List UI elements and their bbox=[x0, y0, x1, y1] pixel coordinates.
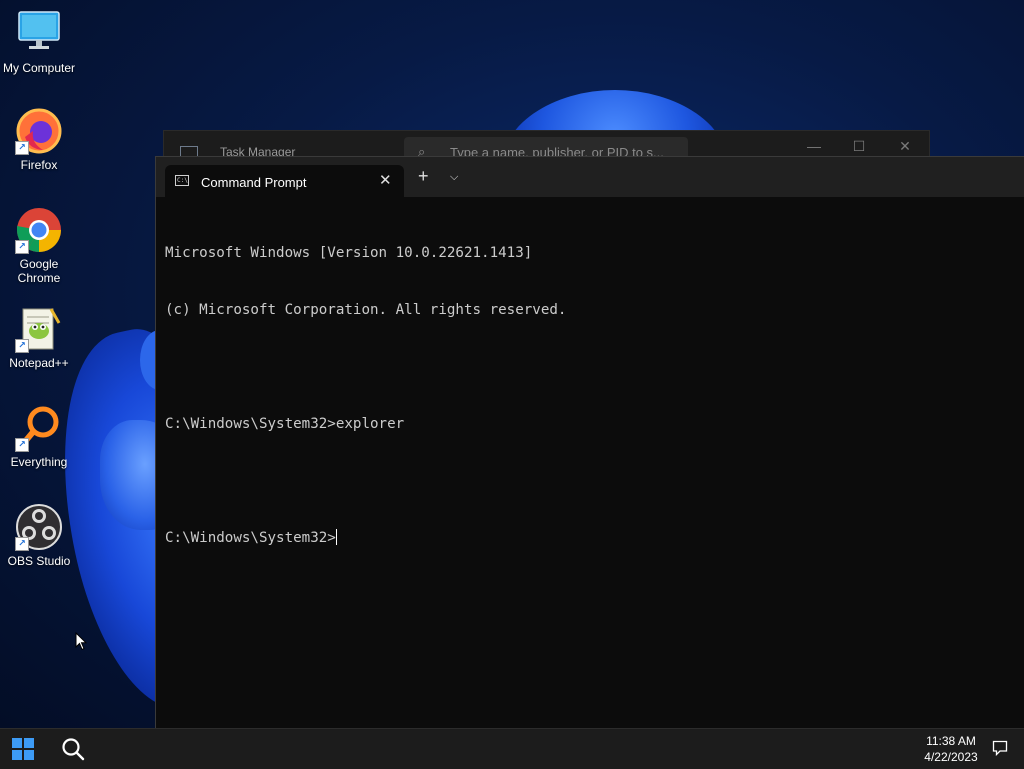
tab-dropdown-button[interactable]: ⌵ bbox=[450, 171, 458, 184]
tab-close-button[interactable]: ✕ bbox=[379, 171, 392, 189]
minimize-button[interactable]: — bbox=[799, 138, 829, 154]
text-caret bbox=[335, 529, 337, 545]
desktop-icon-label: Everything bbox=[10, 455, 68, 469]
shortcut-arrow-icon: ↗ bbox=[15, 141, 29, 155]
desktop-icon-label: Google Chrome bbox=[17, 257, 61, 285]
desktop-icon-google-chrome[interactable]: ↗ Google Chrome bbox=[0, 206, 78, 285]
chrome-icon: ↗ bbox=[15, 206, 63, 254]
terminal-console[interactable]: Microsoft Windows [Version 10.0.22621.14… bbox=[165, 206, 1015, 586]
desktop-icon-my-computer[interactable]: My Computer bbox=[0, 10, 78, 75]
desktop-icon-firefox[interactable]: ↗ Firefox bbox=[0, 107, 78, 172]
obs-icon: ↗ bbox=[15, 503, 63, 551]
desktop-icon-label: Firefox bbox=[20, 158, 58, 172]
close-button[interactable]: ✕ bbox=[890, 138, 920, 155]
desktop-icon-everything[interactable]: ↗ Everything bbox=[0, 404, 78, 469]
system-clock[interactable]: 11:38 AM 4/22/2023 bbox=[912, 733, 990, 765]
windows-logo-icon bbox=[12, 750, 22, 760]
terminal-window[interactable]: C:\ Command Prompt ✕ + ⌵ Microsoft Windo… bbox=[155, 156, 1024, 728]
shortcut-arrow-icon: ↗ bbox=[15, 339, 29, 353]
monitor-icon bbox=[15, 10, 63, 58]
console-prompt-line: C:\Windows\System32> bbox=[165, 529, 1015, 548]
clock-time: 11:38 AM bbox=[926, 734, 976, 748]
tab-command-prompt[interactable]: C:\ Command Prompt ✕ bbox=[165, 165, 404, 197]
desktop-icon-notepadpp[interactable]: ↗ Notepad++ bbox=[0, 305, 78, 370]
desktop: My Computer ↗ Firefox ↗ Google Chrome ↗ … bbox=[0, 0, 1024, 728]
desktop-icon-label: OBS Studio bbox=[7, 554, 71, 568]
terminal-tab-bar: C:\ Command Prompt ✕ + ⌵ bbox=[156, 157, 1024, 197]
console-line: ​ bbox=[165, 358, 1015, 377]
windows-logo-icon bbox=[24, 750, 34, 760]
desktop-icon-obs-studio[interactable]: ↗ OBS Studio bbox=[0, 503, 78, 568]
cmd-icon: C:\ bbox=[175, 175, 189, 186]
console-line: (c) Microsoft Corporation. All rights re… bbox=[165, 302, 567, 318]
console-line: ​ bbox=[165, 472, 1015, 491]
desktop-icon-label: My Computer bbox=[2, 61, 76, 75]
notification-icon[interactable] bbox=[992, 740, 1008, 756]
console-line: C:\Windows\System32>explorer bbox=[165, 416, 405, 432]
start-button[interactable] bbox=[12, 738, 34, 760]
new-tab-button[interactable]: + bbox=[418, 167, 429, 185]
desktop-icon-label: Notepad++ bbox=[9, 356, 69, 370]
windows-logo-icon bbox=[12, 738, 22, 748]
taskbar: 11:38 AM 4/22/2023 bbox=[0, 728, 1024, 769]
mouse-cursor-icon bbox=[75, 632, 87, 651]
shortcut-arrow-icon: ↗ bbox=[15, 438, 29, 452]
search-icon[interactable] bbox=[60, 736, 86, 762]
tab-label: Command Prompt bbox=[201, 175, 307, 190]
clock-date: 4/22/2023 bbox=[924, 750, 978, 764]
console-prompt: C:\Windows\System32> bbox=[165, 530, 336, 546]
console-line: Microsoft Windows [Version 10.0.22621.14… bbox=[165, 245, 533, 261]
firefox-icon: ↗ bbox=[15, 107, 63, 155]
shortcut-arrow-icon: ↗ bbox=[15, 537, 29, 551]
everything-icon: ↗ bbox=[15, 404, 63, 452]
notepadpp-icon: ↗ bbox=[15, 305, 63, 353]
windows-logo-icon bbox=[24, 738, 34, 748]
shortcut-arrow-icon: ↗ bbox=[15, 240, 29, 254]
maximize-button[interactable]: ☐ bbox=[844, 138, 874, 155]
